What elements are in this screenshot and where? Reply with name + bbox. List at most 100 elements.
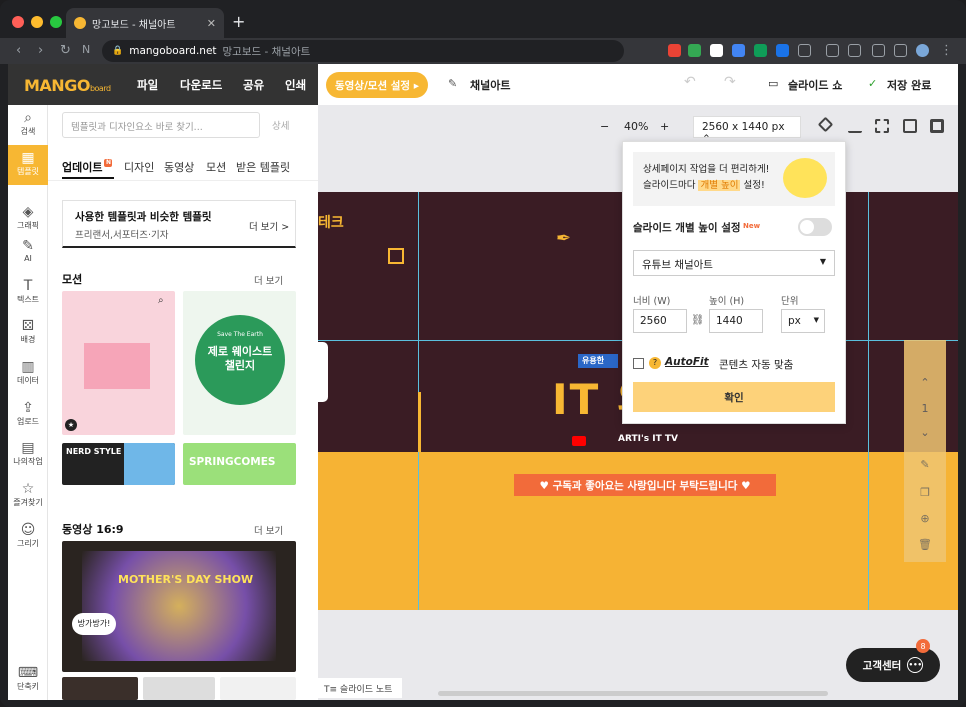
recommend-more-link[interactable]: 더 보기 > bbox=[249, 219, 289, 233]
color-picker-icon[interactable]: ✎ bbox=[904, 458, 946, 471]
autofit-checkbox[interactable] bbox=[633, 358, 644, 369]
sidebar-icon[interactable] bbox=[894, 44, 907, 57]
rail-text[interactable]: T 텍스트 bbox=[8, 273, 48, 313]
magnify-icon[interactable]: ⌕ bbox=[158, 295, 164, 306]
customer-center-button[interactable]: 고객센터 ••• bbox=[846, 648, 940, 682]
video-more-link[interactable]: 더 보기 bbox=[254, 523, 283, 537]
minimize-window-icon[interactable] bbox=[31, 16, 43, 28]
extension-icon[interactable] bbox=[776, 44, 789, 57]
rail-draw[interactable]: ☺ 그리기 bbox=[8, 517, 48, 557]
page-up-icon[interactable]: ⌃ bbox=[904, 376, 946, 389]
zoom-out-button[interactable]: − bbox=[600, 120, 609, 133]
panel-collapse-handle[interactable] bbox=[318, 342, 328, 402]
chart-icon[interactable] bbox=[903, 119, 917, 133]
rail-favorites[interactable]: ☆ 즐겨찾기 bbox=[8, 476, 48, 516]
delete-page-icon[interactable]: 🗑 bbox=[904, 538, 946, 551]
motion-template-thumb[interactable]: Save The Earth 제로 웨이스트 챌린지 bbox=[183, 291, 296, 435]
tab-video[interactable]: 동영상 bbox=[164, 159, 194, 175]
duplicate-page-icon[interactable]: ❐ bbox=[904, 486, 946, 499]
motion-more-link[interactable]: 더 보기 bbox=[254, 273, 283, 287]
layers-icon[interactable] bbox=[817, 116, 834, 133]
rail-ai[interactable]: ✎ AI bbox=[8, 233, 48, 273]
maximize-window-icon[interactable] bbox=[50, 16, 62, 28]
subscribe-banner-text[interactable]: ♥ 구독과 좋아요는 사랑입니다 부탁드립니다 ♥ bbox=[514, 474, 776, 496]
redo-icon[interactable]: ↷ bbox=[724, 74, 736, 90]
back-icon[interactable]: ‹ bbox=[16, 43, 21, 58]
menu-share[interactable]: 공유 bbox=[243, 77, 264, 93]
premium-star-icon: ★ bbox=[65, 419, 77, 431]
tab-received[interactable]: 받은 템플릿 bbox=[236, 159, 290, 175]
rail-data[interactable]: ▥ 데이터 bbox=[8, 354, 48, 394]
rail-upload[interactable]: ⇪ 업로드 bbox=[8, 395, 48, 435]
motion-template-thumb[interactable]: SPRINGCOMES bbox=[183, 443, 296, 485]
extension-icon[interactable] bbox=[688, 44, 701, 57]
tab-update[interactable]: 업데이트 N bbox=[62, 159, 113, 175]
recommend-card[interactable]: 사용한 템플릿과 비슷한 템플릿 프리랜서,서포터즈·기자 더 보기 > bbox=[62, 200, 296, 248]
zoom-level[interactable]: 40% bbox=[624, 120, 648, 133]
preset-select[interactable]: 유튜브 채널아트 ▼ bbox=[633, 250, 835, 276]
tab-motion[interactable]: 모션 bbox=[206, 159, 226, 175]
menu-file[interactable]: 파일 bbox=[137, 77, 158, 93]
motion-template-thumb[interactable]: ⌕ ★ bbox=[62, 291, 175, 435]
reload-icon[interactable]: ↻ bbox=[60, 43, 71, 58]
tab-close-icon[interactable]: ✕ bbox=[207, 17, 216, 30]
grid-size-icon[interactable] bbox=[848, 119, 862, 133]
slideshow-button[interactable]: 슬라이드 쇼 bbox=[788, 77, 842, 93]
help-icon[interactable]: ? bbox=[649, 357, 661, 369]
url-field[interactable]: 🔒 mangoboard.net 망고보드 - 채널아트 bbox=[102, 40, 624, 62]
edit-pencil-icon[interactable]: ✎ bbox=[448, 77, 457, 90]
grid-view-icon[interactable] bbox=[930, 119, 944, 133]
browser-menu-icon[interactable]: ⋮ bbox=[940, 43, 953, 58]
document-title[interactable]: 채널아트 bbox=[470, 77, 510, 93]
monitor-icon[interactable]: ▭ bbox=[768, 77, 778, 90]
link-ratio-icon[interactable]: ⛓ bbox=[691, 313, 704, 326]
tab-design[interactable]: 디자인 bbox=[124, 159, 154, 175]
notion-icon[interactable]: N bbox=[82, 43, 90, 56]
menu-download[interactable]: 다운로드 bbox=[180, 77, 222, 93]
forward-icon[interactable]: › bbox=[38, 43, 43, 58]
profile-avatar[interactable] bbox=[916, 44, 929, 57]
cast-icon[interactable] bbox=[848, 44, 861, 57]
screenshot-icon[interactable] bbox=[872, 44, 885, 57]
slide-notes-tab[interactable]: T≡ 슬라이드 노트 bbox=[318, 678, 402, 698]
crop-area-icon[interactable] bbox=[875, 119, 889, 133]
motion-template-thumb[interactable]: NERD STYLE bbox=[62, 443, 175, 485]
page-down-icon[interactable]: ⌄ bbox=[904, 426, 946, 439]
rail-shortcuts[interactable]: ⌨ 단축키 bbox=[8, 660, 48, 700]
motion-settings-button[interactable]: 동영상/모션 설정 ▸ bbox=[326, 72, 428, 98]
rail-mywork[interactable]: ▤ 나의작업 bbox=[8, 435, 48, 475]
confirm-button[interactable]: 확인 bbox=[633, 382, 835, 412]
unit-select[interactable]: px ▼ bbox=[781, 309, 825, 333]
video-template-thumb[interactable] bbox=[220, 677, 296, 700]
download-icon[interactable] bbox=[826, 44, 839, 57]
height-setting-toggle[interactable] bbox=[798, 218, 832, 236]
menu-print[interactable]: 인쇄 bbox=[285, 77, 306, 93]
browser-tab[interactable]: 망고보드 - 채널아트 ✕ bbox=[66, 8, 224, 38]
canvas-size-dropdown[interactable]: 2560 x 1440 px ⌃ bbox=[693, 116, 801, 145]
extension-icon[interactable] bbox=[710, 44, 723, 57]
new-tab-icon[interactable]: + bbox=[232, 12, 245, 31]
undo-icon[interactable]: ↶ bbox=[684, 74, 696, 90]
add-page-icon[interactable]: ⊕ bbox=[904, 512, 946, 525]
rail-search[interactable]: ⌕ 검색 bbox=[8, 105, 48, 145]
horizontal-scrollbar[interactable] bbox=[438, 691, 828, 696]
template-search-input[interactable]: 템플릿과 디자인요소 바로 찾기... bbox=[62, 112, 260, 138]
close-window-icon[interactable] bbox=[12, 16, 24, 28]
template-panel: 템플릿과 디자인요소 바로 찾기... 상세 업데이트 N 디자인 동영상 모션 … bbox=[48, 105, 318, 700]
puzzle-icon[interactable] bbox=[798, 44, 811, 57]
detail-search-button[interactable]: 상세 bbox=[272, 118, 289, 132]
zoom-in-button[interactable]: + bbox=[660, 120, 669, 133]
video-template-thumb[interactable]: MOTHER'S DAY SHOW 방가방가! bbox=[62, 541, 296, 672]
height-input[interactable]: 1440 bbox=[709, 309, 763, 333]
width-input[interactable]: 2560 bbox=[633, 309, 687, 333]
extension-icon[interactable] bbox=[732, 44, 745, 57]
extension-icon[interactable] bbox=[754, 44, 767, 57]
video-template-thumb[interactable] bbox=[143, 677, 215, 700]
video-template-thumb[interactable] bbox=[62, 677, 138, 700]
mangoboard-logo[interactable]: MANGOboard bbox=[24, 76, 111, 95]
search-icon: ⌕ bbox=[24, 110, 32, 126]
rail-template[interactable]: ▦ 템플릿 bbox=[8, 145, 48, 185]
rail-background[interactable]: ⚄ 배경 bbox=[8, 313, 48, 353]
left-rail: ⌕ 검색 ▦ 템플릿 ◈ 그래픽 ✎ AI T 텍스트 ⚄ 배경 ▥ 데이터 ⇪ 업로드 ▤ 나의… bbox=[8, 105, 48, 700]
extension-icon[interactable] bbox=[668, 44, 681, 57]
